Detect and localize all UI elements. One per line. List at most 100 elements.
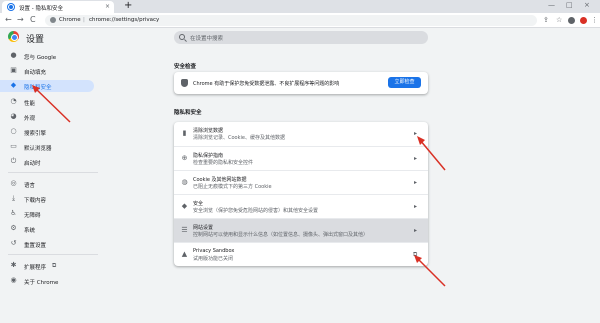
sidebar-item-label: 性能	[24, 101, 36, 107]
page-title: 设置	[26, 35, 45, 45]
browser-toolbar: ← → C Chrome | chrome://settings/privacy…	[0, 13, 600, 28]
close-window-button[interactable]: ×	[584, 1, 590, 9]
sidebar-item-downloads[interactable]: ⤓ 下载内容	[0, 193, 94, 205]
sidebar-item-performance[interactable]: ◔ 性能	[0, 96, 94, 108]
safety-check-row: Chrome 有助于保护您免受数据泄露、不良扩展程序等问题的影响 立即检查	[174, 72, 428, 94]
row-title: Privacy Sandbox	[193, 248, 235, 254]
trash-icon: ▮	[182, 129, 187, 137]
sidebar-item-search-engine[interactable]: ○ 搜索引擎	[0, 126, 94, 138]
address-bar[interactable]: Chrome | chrome://settings/privacy	[45, 15, 537, 26]
row-title: 隐私保护指南	[193, 153, 224, 159]
privacy-guide-icon: ⊕	[181, 154, 188, 162]
sandbox-icon: ▲	[181, 250, 188, 258]
sidebar-item-languages[interactable]: ◎ 语言	[0, 178, 94, 190]
security-shield-icon: ◆	[181, 202, 188, 210]
menu-icon[interactable]: ⋮	[591, 16, 598, 24]
site-settings-row[interactable]: ☰ 网站设置 控制网站可以使用和显示什么信息（如位置信息、摄像头、弹出式窗口及其…	[174, 218, 428, 242]
tab-settings[interactable]: 设置 - 隐私和安全 ×	[2, 1, 114, 13]
cookie-icon: ◍	[181, 178, 188, 186]
sidebar-item-label: 语言	[24, 183, 36, 189]
share-icon[interactable]: ⇪	[543, 16, 549, 24]
maximize-button[interactable]: □	[566, 1, 573, 9]
address-url[interactable]: chrome://settings/privacy	[89, 17, 159, 23]
search-placeholder: 在设置中搜索	[190, 36, 224, 42]
reload-button[interactable]: C	[30, 15, 36, 24]
sidebar-item-on-startup[interactable]: ⏻ 启动时	[0, 156, 94, 168]
clipboard-icon: ▣	[10, 66, 17, 74]
cookies-row[interactable]: ◍ Cookie 及其他网站数据 已阻止无痕模式下的第三方 Cookie ▸	[174, 170, 428, 194]
tab-strip: 设置 - 隐私和安全 × + — □ ×	[0, 0, 600, 13]
accessibility-icon: ♿	[10, 209, 17, 217]
update-icon[interactable]	[580, 17, 587, 24]
clear-browsing-data-row[interactable]: ▮ 清除浏览数据 清除浏览记录、Cookie、缓存及其他数据 ▸	[174, 122, 428, 146]
chevron-right-icon: ▸	[414, 155, 418, 162]
privacy-guide-row[interactable]: ⊕ 隐私保护指南 检查重要的隐私和安全控件 ▸	[174, 146, 428, 170]
address-separator: |	[83, 17, 85, 23]
search-engine-icon: ○	[10, 127, 17, 135]
globe-icon: ◎	[10, 179, 17, 187]
sidebar-item-accessibility[interactable]: ♿ 无障碍	[0, 208, 94, 220]
chevron-right-icon: ▸	[414, 179, 418, 186]
safety-check-card: Chrome 有助于保护您免受数据泄露、不良扩展程序等问题的影响 立即检查	[174, 72, 428, 94]
sidebar-item-label: 启动时	[24, 161, 41, 167]
sidebar-item-label: 您与 Google	[24, 55, 57, 61]
sidebar-item-appearance[interactable]: ◕ 外观	[0, 111, 94, 123]
chevron-right-icon: ▸	[414, 130, 418, 137]
sidebar-item-label: 重置设置	[24, 243, 47, 249]
privacy-security-heading: 隐私和安全	[174, 110, 202, 116]
row-subtitle: 控制网站可以使用和显示什么信息（如位置信息、摄像头、弹出式窗口及其他）	[193, 232, 369, 238]
browser-icon: ▭	[10, 142, 17, 150]
chevron-right-icon: ▸	[414, 227, 418, 234]
chrome-logo-icon	[8, 31, 19, 42]
puzzle-icon: ✱	[10, 261, 17, 269]
new-tab-button[interactable]: +	[124, 1, 132, 11]
minimize-button[interactable]: —	[548, 1, 555, 9]
bookmark-star-icon[interactable]: ☆	[556, 16, 562, 24]
sidebar-item-system[interactable]: ⚙ 系统	[0, 223, 94, 235]
sidebar-item-label: 外观	[24, 116, 36, 122]
sidebar-divider	[8, 254, 98, 255]
row-title: 安全	[193, 201, 204, 207]
tab-title: 设置 - 隐私和安全	[19, 6, 63, 12]
sidebar-item-default-browser[interactable]: ▭ 默认浏览器	[0, 141, 94, 153]
row-subtitle: 试用版功能已关闭	[193, 256, 234, 262]
tab-close-icon[interactable]: ×	[105, 3, 110, 10]
safety-check-description: Chrome 有助于保护您免受数据泄露、不良扩展程序等问题的影响	[193, 81, 340, 87]
sidebar-item-you-and-google[interactable]: ● 您与 Google	[0, 50, 94, 62]
shield-icon: ◆	[10, 81, 17, 89]
sidebar-item-label: 隐私和安全	[24, 85, 52, 91]
check-now-button[interactable]: 立即检查	[388, 77, 421, 88]
sidebar-item-label: 关于 Chrome	[24, 280, 59, 286]
chevron-right-icon: ▸	[414, 203, 418, 210]
address-chrome-label: Chrome	[59, 17, 81, 23]
sidebar-item-extensions[interactable]: ✱ 扩展程序 ⧉	[0, 260, 94, 272]
sidebar-item-autofill[interactable]: ▣ 自动填充	[0, 65, 94, 77]
sidebar-item-privacy[interactable]: ◆ 隐私和安全	[0, 80, 94, 92]
forward-button[interactable]: →	[17, 15, 24, 24]
sidebar-item-reset[interactable]: ↺ 重置设置	[0, 238, 94, 250]
privacy-sandbox-row[interactable]: ▲ Privacy Sandbox 试用版功能已关闭 ⧉	[174, 242, 428, 266]
sidebar-divider	[8, 172, 98, 173]
sidebar-item-label: 下载内容	[24, 198, 47, 204]
profile-avatar-icon[interactable]	[568, 17, 575, 24]
row-title: 网站设置	[193, 225, 214, 231]
sidebar-item-label: 扩展程序	[24, 265, 47, 271]
row-subtitle: 检查重要的隐私和安全控件	[193, 160, 254, 166]
settings-search-input[interactable]: 在设置中搜索	[174, 31, 428, 44]
sidebar-item-about-chrome[interactable]: ◉ 关于 Chrome	[0, 275, 94, 287]
safety-check-heading: 安全检查	[174, 64, 197, 70]
row-subtitle: 安全浏览（保护您免受危险网站的侵害）和其他安全设置	[193, 208, 319, 214]
sidebar-item-label: 无障碍	[24, 213, 41, 219]
person-icon: ●	[10, 51, 17, 59]
chrome-site-icon	[50, 17, 56, 23]
sidebar-item-label: 搜索引擎	[24, 131, 47, 137]
back-button[interactable]: ←	[5, 15, 12, 24]
sidebar-item-label: 默认浏览器	[24, 146, 52, 152]
security-row[interactable]: ◆ 安全 安全浏览（保护您免受危险网站的侵害）和其他安全设置 ▸	[174, 194, 428, 218]
row-title: Cookie 及其他网站数据	[193, 177, 247, 183]
sidebar-item-label: 系统	[24, 228, 36, 234]
settings-favicon-icon	[8, 4, 14, 10]
reset-icon: ↺	[10, 239, 17, 247]
site-settings-icon: ☰	[181, 226, 188, 234]
palette-icon: ◕	[10, 112, 17, 120]
